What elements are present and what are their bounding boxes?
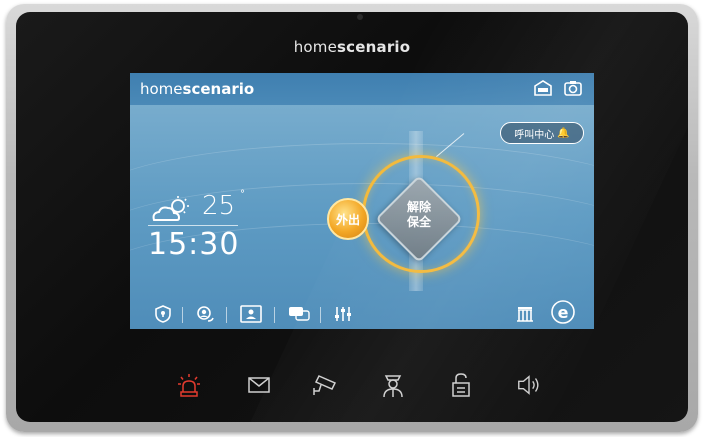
bottom-separator <box>182 307 183 323</box>
call-center-button[interactable]: 呼叫中心 🔔 <box>500 122 584 144</box>
weather-divider <box>148 225 238 226</box>
speaker-icon[interactable] <box>516 372 542 398</box>
device-bezel: homescenario homescenario 25 ° 15:30 呼叫中… <box>16 12 688 422</box>
app-logo: homescenario <box>140 80 255 98</box>
device-brand-logo: homescenario <box>293 38 411 56</box>
call-center-label: 呼叫中心 <box>514 129 555 141</box>
mail-icon[interactable] <box>246 372 272 398</box>
screen-bottom-bar: e <box>130 299 594 329</box>
cctv-camera-icon[interactable] <box>312 372 338 398</box>
away-mode-button[interactable]: 外出 <box>327 198 369 240</box>
bottom-separator <box>274 307 275 323</box>
settings-sliders-icon[interactable] <box>332 305 354 325</box>
disarm-label-line1: 解除 <box>406 200 431 214</box>
disarm-label: 解除 保全 <box>392 200 446 230</box>
partly-cloudy-icon <box>150 195 189 221</box>
degree-symbol: ° <box>240 189 245 200</box>
guard-icon[interactable] <box>380 372 406 398</box>
building-icon[interactable] <box>514 305 536 325</box>
disarm-label-line2: 保全 <box>406 215 431 229</box>
bell-icon: 🔔 <box>557 127 570 139</box>
intercom-device: homescenario homescenario 25 ° 15:30 呼叫中… <box>6 4 698 432</box>
camera-icon[interactable] <box>562 79 584 99</box>
shield-icon[interactable] <box>152 305 174 325</box>
touch-screen: homescenario 25 ° 15:30 呼叫中心 🔔 外出 解除 保全 … <box>130 73 594 329</box>
screen-top-bar: homescenario <box>130 73 594 105</box>
bottom-separator <box>320 307 321 323</box>
svg-text:e: e <box>558 303 569 322</box>
user-service-icon[interactable] <box>194 305 216 325</box>
ie-icon[interactable]: e <box>550 299 576 325</box>
contact-card-icon[interactable] <box>240 305 262 325</box>
unlock-icon[interactable] <box>448 372 474 398</box>
sos-alarm-icon[interactable] <box>176 372 202 398</box>
bottom-separator <box>226 307 227 323</box>
car-garage-icon[interactable] <box>532 79 554 99</box>
clock-time: 15:30 <box>148 227 240 262</box>
away-mode-label: 外出 <box>335 212 360 227</box>
front-camera-lens <box>357 14 363 20</box>
message-icon[interactable] <box>288 305 310 325</box>
temperature-value: 25 <box>202 191 236 221</box>
